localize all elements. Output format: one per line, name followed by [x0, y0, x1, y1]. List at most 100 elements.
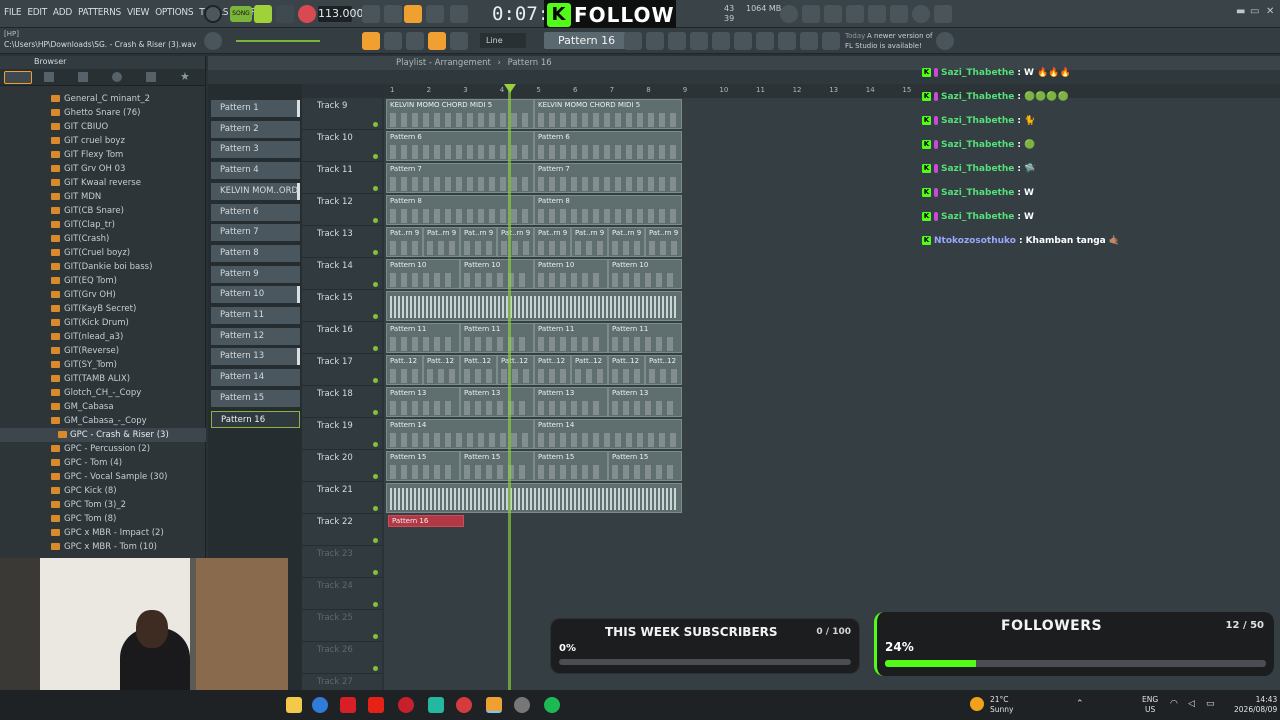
plugin-picker-icon[interactable] [690, 32, 708, 50]
refresh-icon[interactable] [780, 5, 798, 23]
browser-item[interactable]: GPC x MBR - Impact (2) [0, 526, 206, 540]
track-enable-icon[interactable] [373, 218, 378, 223]
track-enable-icon[interactable] [373, 474, 378, 479]
pattern-clip[interactable]: Pattern 10 [608, 259, 682, 289]
close-icon[interactable]: ✕ [1266, 6, 1274, 17]
browser-item[interactable]: GIT CBIUO [0, 120, 206, 134]
fl-studio-taskbar-icon[interactable] [486, 697, 502, 713]
track-enable-icon[interactable] [373, 570, 378, 575]
pattern-item[interactable]: Pattern 7 [211, 224, 300, 242]
system-clock[interactable]: 14:43 2026/08/09 [1234, 695, 1277, 715]
pattern-clip[interactable]: KELVIN MOMO CHORD MIDI 5 [534, 99, 682, 129]
record-button[interactable] [298, 5, 316, 23]
touch-keyboard-icon[interactable] [756, 32, 774, 50]
browser-item[interactable]: GPC Tom (8) [0, 512, 206, 526]
pattern-clip[interactable]: Pat..rn 9 [460, 227, 497, 257]
pattern-clip[interactable]: Pattern 15 [534, 451, 608, 481]
browser-tab-plugins-icon[interactable] [112, 72, 122, 82]
timeline-ruler[interactable]: 1 2 3 4 5 6 7 8 9 10 11 12 13 14 15 [384, 84, 1280, 98]
online-icon[interactable] [822, 32, 840, 50]
cloud-icon[interactable] [800, 32, 818, 50]
pattern-clip[interactable]: Pattern 14 [534, 419, 682, 449]
menu-options[interactable]: OPTIONS [155, 7, 193, 18]
pattern-item[interactable]: Pattern 2 [211, 120, 300, 138]
pattern-clip[interactable]: Pattern 6 [386, 131, 534, 161]
wait-input-icon[interactable] [384, 5, 402, 23]
track-enable-icon[interactable] [373, 602, 378, 607]
pattern-clip[interactable]: Pattern 11 [534, 323, 608, 353]
file-explorer-icon[interactable] [286, 697, 302, 713]
magnet-icon[interactable] [428, 32, 446, 50]
info-icon[interactable] [912, 5, 930, 23]
pattern-clip[interactable]: Pattern 11 [386, 323, 460, 353]
pattern-clip[interactable]: Pattern 13 [386, 387, 460, 417]
draw-tool-icon[interactable] [406, 32, 424, 50]
pattern-clip[interactable]: Patt..12 [423, 355, 460, 385]
track-enable-icon[interactable] [373, 122, 378, 127]
pattern-clip[interactable]: KELVIN MOMO CHORD MIDI 5 [386, 99, 534, 129]
opera-icon[interactable] [456, 697, 472, 713]
browser-item[interactable]: GIT(SY_Tom) [0, 358, 206, 372]
browser-tab-cloud-icon[interactable] [146, 72, 156, 82]
pattern-clip[interactable]: Pattern 8 [534, 195, 682, 225]
track-header[interactable]: Track 23 [302, 546, 382, 578]
volume-icon[interactable]: ◁ [1188, 699, 1195, 709]
pattern-clip[interactable]: Pat..rn 9 [423, 227, 460, 257]
maximize-icon[interactable]: ▭ [1250, 6, 1259, 17]
pattern-item[interactable]: Pattern 4 [211, 162, 300, 180]
browser-item[interactable]: GIT(TAMB ALIX) [0, 372, 206, 386]
pattern-clip[interactable]: Patt..12 [497, 355, 534, 385]
pattern-clip[interactable] [386, 483, 682, 513]
pattern-clip[interactable]: Pattern 13 [460, 387, 534, 417]
menu-patterns[interactable]: PATTERNS [78, 7, 121, 18]
pattern-clip[interactable]: Patt..12 [571, 355, 608, 385]
spotify-icon[interactable] [544, 697, 560, 713]
track-header[interactable]: Track 11 [302, 162, 382, 194]
minimize-icon[interactable]: ▬ [1236, 6, 1245, 17]
record-mode-icon[interactable] [204, 5, 222, 23]
browser-item[interactable]: GPC - Crash & Riser (3) [0, 428, 206, 442]
pattern-item[interactable]: Pattern 11 [211, 307, 300, 324]
mixer-window-icon[interactable] [668, 32, 686, 50]
play-button[interactable] [254, 5, 272, 23]
snap-select[interactable]: Line [480, 33, 526, 48]
browser-tab-all[interactable] [4, 71, 32, 84]
browser-item[interactable]: Glotch_CH_-_Copy [0, 386, 206, 400]
help-icon[interactable] [846, 5, 864, 23]
track-header[interactable]: Track 10 [302, 130, 382, 162]
pattern-clip[interactable]: Pat..rn 9 [534, 227, 571, 257]
pattern-clip[interactable]: Pattern 10 [534, 259, 608, 289]
master-pitch-slider[interactable] [236, 40, 320, 42]
stamp-icon[interactable] [450, 32, 468, 50]
track-header[interactable]: Track 15 [302, 290, 382, 322]
master-volume-knob[interactable] [204, 32, 222, 50]
track-enable-icon[interactable] [373, 506, 378, 511]
pattern-clip[interactable]: Pattern 7 [534, 163, 682, 193]
track-header[interactable]: Track 26 [302, 642, 382, 674]
browser-item[interactable]: GPC Tom (3)_2 [0, 498, 206, 512]
track-header[interactable]: Track 13 [302, 226, 382, 258]
pattern-clip[interactable]: Pattern 15 [460, 451, 534, 481]
track-header[interactable]: Track 24 [302, 578, 382, 610]
track-enable-icon[interactable] [373, 346, 378, 351]
browser-tab-current-icon[interactable] [78, 72, 88, 82]
browser-item[interactable]: GIT Flexy Tom [0, 148, 206, 162]
track-header[interactable]: Track 18 [302, 386, 382, 418]
track-header[interactable]: Track 25 [302, 610, 382, 642]
pattern-selector[interactable]: Pattern 16 [544, 32, 626, 49]
pattern-item[interactable]: Pattern 1 [211, 100, 300, 117]
mixer-icon[interactable] [802, 5, 820, 23]
track-enable-icon[interactable] [373, 250, 378, 255]
track-header[interactable]: Track 14 [302, 258, 382, 290]
track-enable-icon[interactable] [373, 186, 378, 191]
browser-item[interactable]: GIT Kwaal reverse [0, 176, 206, 190]
track-enable-icon[interactable] [373, 282, 378, 287]
track-enable-icon[interactable] [373, 378, 378, 383]
arrangement-grid[interactable]: KELVIN MOMO CHORD MIDI 5 KELVIN MOMO CHOR… [384, 98, 1280, 690]
pattern-clip[interactable]: Patt..12 [645, 355, 682, 385]
tempo-tap-icon[interactable] [778, 32, 796, 50]
track-header[interactable]: Track 9 [302, 98, 382, 130]
edge-icon[interactable] [312, 697, 328, 713]
track-header[interactable]: Track 12 [302, 194, 382, 226]
track-header[interactable]: Track 17 [302, 354, 382, 386]
